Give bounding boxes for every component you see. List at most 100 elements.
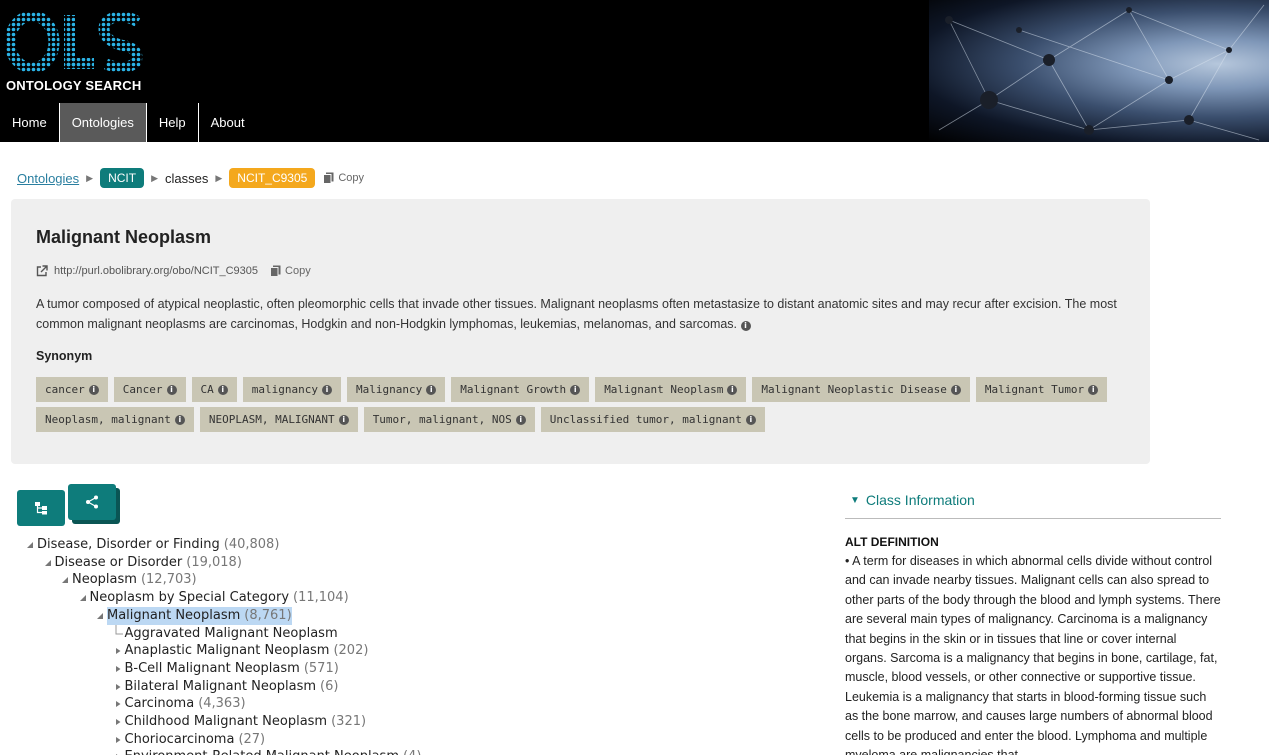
tree-node-label[interactable]: Malignant Neoplasm xyxy=(107,606,241,625)
tree-view-button[interactable] xyxy=(17,490,65,526)
copy-iri-button[interactable]: Copy xyxy=(270,265,311,277)
synonym-text: Malignant Growth xyxy=(460,383,567,396)
nav-about[interactable]: About xyxy=(199,103,257,142)
info-icon[interactable]: i xyxy=(727,384,738,395)
info-icon[interactable]: i xyxy=(1088,384,1099,395)
tree-node-label[interactable]: Neoplasm by Special Category xyxy=(90,589,290,607)
info-icon[interactable]: i xyxy=(745,414,756,425)
info-icon[interactable]: i xyxy=(217,384,228,395)
tree-node[interactable]: Neoplasm by Special Category (11,104) xyxy=(78,589,349,607)
tree-node-count: (6) xyxy=(320,678,339,694)
synonym-chip: Malignant Tumor i xyxy=(975,377,1108,402)
synonym-text: Malignancy xyxy=(355,383,423,396)
ols-logo-mark xyxy=(4,10,143,74)
breadcrumb-ontologies-link[interactable]: Ontologies xyxy=(17,171,79,186)
term-id-badge[interactable]: NCIT_C9305 xyxy=(229,168,316,188)
tree-collapsed-icon[interactable] xyxy=(113,682,123,692)
info-icon[interactable]: i xyxy=(740,321,751,331)
tree-node-label[interactable]: Childhood Malignant Neoplasm xyxy=(125,713,328,731)
synonym-chip: Malignant Neoplasm i xyxy=(595,377,747,402)
copy-label: Copy xyxy=(285,265,311,277)
term-description: A tumor composed of atypical neoplastic,… xyxy=(36,294,1161,334)
tree-node[interactable]: Carcinoma (4,363) xyxy=(113,695,246,713)
info-icon[interactable]: i xyxy=(570,384,581,395)
tree-node-label[interactable]: Neoplasm xyxy=(72,571,137,589)
breadcrumb-separator-icon: ▶ xyxy=(86,172,94,183)
synonym-text: Malignant Neoplastic Disease xyxy=(761,383,947,396)
ols-logo[interactable]: ONTOLOGY SEARCH xyxy=(4,10,146,93)
tree-collapsed-icon[interactable] xyxy=(113,664,123,674)
term-info-card: Malignant Neoplasm http://purl.obolibrar… xyxy=(11,199,1150,464)
caret-down-icon: ▼ xyxy=(850,494,860,506)
tree-node[interactable]: Choriocarcinoma (27) xyxy=(113,731,265,749)
tree-expanded-icon[interactable] xyxy=(60,575,70,585)
tree-node-label[interactable]: Bilateral Malignant Neoplasm xyxy=(125,678,317,696)
tree-collapsed-icon[interactable] xyxy=(113,717,123,727)
synonym-text: malignancy xyxy=(251,383,318,396)
tree-collapsed-icon[interactable] xyxy=(113,735,123,745)
tree-expanded-icon[interactable] xyxy=(43,558,53,568)
term-description-text: A tumor composed of atypical neoplastic,… xyxy=(36,297,1117,331)
tree-node[interactable]: Bilateral Malignant Neoplasm (6) xyxy=(113,678,339,696)
nav-home[interactable]: Home xyxy=(0,103,60,142)
synonym-chip: Neoplasm, malignant i xyxy=(36,407,194,432)
info-icon[interactable]: i xyxy=(321,384,332,395)
tree-node-label[interactable]: Anaplastic Malignant Neoplasm xyxy=(125,642,330,660)
ontology-badge[interactable]: NCIT xyxy=(100,168,145,188)
tree-node[interactable]: Disease, Disorder or Finding (40,808) xyxy=(25,536,279,554)
tree-expanded-icon[interactable] xyxy=(25,540,35,550)
site-header: ONTOLOGY SEARCH Home Ontologies Help Abo… xyxy=(0,0,1269,142)
info-icon[interactable]: i xyxy=(88,384,99,395)
tree-node-count: (571) xyxy=(303,660,339,676)
tree-node[interactable]: B-Cell Malignant Neoplasm (571) xyxy=(113,660,339,678)
logo-subtitle: ONTOLOGY SEARCH xyxy=(6,78,142,93)
info-icon[interactable]: i xyxy=(426,384,437,395)
term-title: Malignant Neoplasm xyxy=(36,227,212,247)
synonym-text: NEOPLASM, MALIGNANT xyxy=(208,413,335,426)
tree-node-count: (4) xyxy=(403,748,421,755)
info-icon[interactable]: i xyxy=(174,414,185,425)
class-information-toggle[interactable]: ▼ Class Information xyxy=(850,492,975,508)
tree-node[interactable]: Disease or Disorder (19,018) xyxy=(43,554,242,572)
info-icon[interactable]: i xyxy=(338,414,349,425)
synonym-text: Malignant Tumor xyxy=(984,383,1085,396)
tree-node[interactable]: Malignant Neoplasm (8,761) xyxy=(95,606,292,625)
tree-node-label[interactable]: Disease or Disorder xyxy=(55,554,183,572)
tree-expanded-icon[interactable] xyxy=(95,611,105,621)
tree-node-label[interactable]: Aggravated Malignant Neoplasm xyxy=(125,625,338,643)
synonym-chip: cancer i xyxy=(36,377,108,402)
divider xyxy=(845,518,1221,519)
graph-view-button[interactable] xyxy=(68,484,116,520)
synonym-text: Unclassified tumor, malignant xyxy=(549,413,742,426)
nav-help[interactable]: Help xyxy=(147,103,199,142)
tree-node-label[interactable]: B-Cell Malignant Neoplasm xyxy=(125,660,300,678)
tree-node-label[interactable]: Carcinoma xyxy=(125,695,195,713)
nav-ontologies[interactable]: Ontologies xyxy=(59,103,147,142)
tree-collapsed-icon[interactable] xyxy=(113,699,123,709)
synonym-chip: Cancer i xyxy=(113,377,186,402)
tree-expanded-icon[interactable] xyxy=(78,593,88,603)
breadcrumb-type: classes xyxy=(165,170,209,186)
tree-node[interactable]: Environment-Related Malignant Neoplasm (4… xyxy=(113,748,421,755)
tree-collapsed-icon[interactable] xyxy=(113,646,123,656)
info-icon[interactable]: i xyxy=(515,414,526,425)
copy-term-id-button[interactable]: Copy xyxy=(323,172,364,184)
info-icon[interactable]: i xyxy=(166,384,177,395)
tree-node-count: (4,363) xyxy=(198,696,246,712)
term-iri: http://purl.obolibrary.org/obo/NCIT_C930… xyxy=(36,265,311,277)
tree-node-count: (19,018) xyxy=(186,554,242,570)
tree-node-count: (321) xyxy=(331,714,367,729)
term-iri-link[interactable]: http://purl.obolibrary.org/obo/NCIT_C930… xyxy=(54,265,258,277)
tree-leaf-connector-icon xyxy=(113,624,123,639)
tree-node-label[interactable]: Disease, Disorder or Finding xyxy=(37,536,220,554)
info-icon[interactable]: i xyxy=(950,384,961,395)
tree-node[interactable]: Aggravated Malignant Neoplasm xyxy=(113,624,338,643)
tree-node[interactable]: Neoplasm (12,703) xyxy=(60,571,197,589)
tree-node-label[interactable]: Choriocarcinoma xyxy=(125,731,235,749)
synonym-text: cancer xyxy=(45,383,85,396)
tree-node[interactable]: Childhood Malignant Neoplasm (321) xyxy=(113,713,367,731)
tree-node[interactable]: Anaplastic Malignant Neoplasm (202) xyxy=(113,642,368,660)
synonym-list-row-1: cancer i Cancer i CA i malignancy i Malignancy i M… xyxy=(36,377,1108,402)
tree-node-label[interactable]: Environment-Related Malignant Neoplasm xyxy=(125,748,399,755)
alt-definition-text: • A term for diseases in which abnormal … xyxy=(845,554,1221,755)
